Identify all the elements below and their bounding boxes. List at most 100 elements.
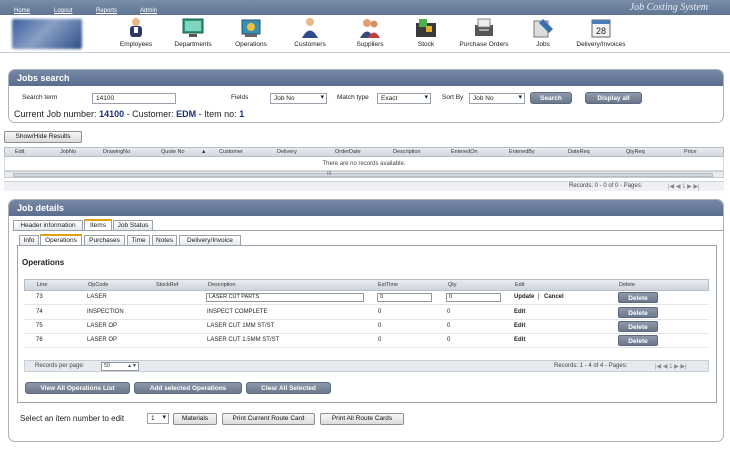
op-exttime: 0 — [378, 337, 382, 343]
results-empty-message: There are no records available. — [4, 157, 724, 171]
item-no-label: - Item no: — [198, 109, 237, 119]
op-description: LASER CUT 1.5MM ST/ST — [207, 337, 280, 343]
subtab-operations[interactable]: Operations — [40, 234, 82, 245]
search-term-input[interactable]: 14100 — [92, 93, 176, 104]
toolbar-jobs[interactable]: Jobs — [528, 17, 558, 48]
subtab-info[interactable]: Info — [19, 235, 39, 245]
toolbar-stock[interactable]: Stock — [410, 17, 442, 48]
col-customer[interactable]: Customer — [219, 149, 243, 155]
col-jobno[interactable]: JobNo — [60, 149, 76, 155]
col-enteredby[interactable]: EnteredBy — [509, 149, 535, 155]
materials-button[interactable]: Materials — [173, 413, 217, 425]
results-page-nav[interactable]: |◀ ◀ 1 ▶ ▶| — [668, 183, 700, 190]
op-line: 76 — [36, 337, 43, 343]
col-drawingno[interactable]: DrawingNo — [103, 149, 130, 155]
show-hide-results-button[interactable]: Show/Hide Results — [4, 131, 82, 143]
op-edit-link[interactable]: Edit — [514, 323, 525, 329]
sort-asc-icon[interactable]: ▲ — [201, 149, 206, 155]
op-qty: 0 — [447, 323, 451, 329]
display-all-button[interactable]: Display all — [585, 92, 642, 104]
spinner-icon[interactable]: ▲▼ — [127, 363, 137, 370]
col-delivery[interactable]: Delivery — [277, 149, 297, 155]
op-exttime-input[interactable]: 0 — [377, 293, 432, 302]
operations-pager: Records per page: 50 ▲▼ Records: 1 - 4 o… — [24, 360, 709, 372]
ops-col-edit[interactable]: Edit — [515, 282, 524, 288]
toolbar-customers[interactable]: Customers — [290, 17, 330, 48]
clear-all-selected-button[interactable]: Clear All Selected — [246, 382, 331, 394]
delivery-invoices-icon: 28 — [591, 19, 611, 38]
toolbar-purchase-orders[interactable]: Purchase Orders — [456, 17, 512, 48]
subtab-notes[interactable]: Notes — [152, 235, 177, 245]
tab-header-information[interactable]: Header information — [13, 220, 83, 230]
subtab-purchases[interactable]: Purchases — [84, 235, 125, 245]
op-delete-button[interactable]: Delete — [618, 292, 658, 303]
toolbar-operations[interactable]: Operations — [231, 17, 271, 48]
col-price[interactable]: Price — [684, 149, 697, 155]
scrollbar-grip: III — [327, 171, 332, 177]
subtab-time[interactable]: Time — [127, 235, 150, 245]
col-enteredon[interactable]: EnteredOn — [451, 149, 478, 155]
toolbar-employees[interactable]: Employees — [116, 17, 156, 48]
job-details-title: Job details — [9, 200, 723, 216]
menu-logout-link[interactable]: Logout — [54, 8, 72, 14]
ops-col-qty[interactable]: Qty — [448, 282, 457, 288]
op-cancel-link[interactable]: Cancel — [544, 294, 564, 300]
op-delete-button[interactable]: Delete — [618, 307, 658, 318]
subtab-delivery-invoice[interactable]: Delivery/Invoice — [179, 235, 241, 245]
col-datereq[interactable]: DateReq — [568, 149, 590, 155]
op-description-input[interactable]: LASER CUT PARTS — [206, 293, 364, 302]
sort-by-label: Sort By — [442, 94, 464, 101]
ops-col-exttime[interactable]: ExtTime — [378, 282, 398, 288]
item-number-select[interactable]: 1 — [147, 413, 169, 424]
scrollbar-thumb[interactable] — [13, 173, 713, 177]
ops-col-line[interactable]: Line — [37, 282, 47, 288]
toolbar-suppliers[interactable]: Suppliers — [350, 17, 390, 48]
op-qty: 0 — [447, 309, 451, 315]
ops-page-nav[interactable]: |◀ ◀ 1 ▶ ▶| — [655, 363, 687, 370]
suppliers-icon — [360, 19, 380, 38]
match-type-select[interactable]: Exact — [377, 93, 431, 104]
col-edit[interactable]: Edit — [15, 149, 24, 155]
op-opcode: LASER — [87, 294, 107, 300]
col-qtyreq[interactable]: QtyReq — [626, 149, 645, 155]
toolbar-delivery-invoices[interactable]: 28 Delivery/Invoices — [573, 17, 629, 48]
fields-select[interactable]: Job No — [270, 93, 327, 104]
print-current-route-card-button[interactable]: Print Current Route Card — [222, 413, 315, 425]
menu-reports-link[interactable]: Reports — [96, 8, 117, 14]
op-line: 75 — [36, 323, 43, 329]
records-per-page-select[interactable]: 50 ▲▼ — [101, 362, 139, 371]
op-link-separator: | — [538, 294, 540, 300]
menu-home-link[interactable]: Home — [14, 8, 30, 14]
ops-col-stockref[interactable]: StockRef — [156, 282, 178, 288]
op-update-link[interactable]: Update — [514, 294, 534, 300]
op-edit-link[interactable]: Edit — [514, 309, 525, 315]
op-edit-link[interactable]: Edit — [514, 337, 525, 343]
op-qty-input[interactable]: 0 — [446, 293, 501, 302]
results-horizontal-scrollbar[interactable]: III — [4, 171, 724, 178]
ops-col-delete[interactable]: Delete — [619, 282, 635, 288]
sort-by-select[interactable]: Job No — [469, 93, 525, 104]
print-all-route-cards-button[interactable]: Print All Route Cards — [320, 413, 404, 425]
ops-col-description[interactable]: Description — [208, 282, 236, 288]
current-job-info: Current Job number: 14100 - Customer: ED… — [14, 109, 244, 119]
search-button[interactable]: Search — [530, 92, 572, 104]
jobs-icon — [533, 19, 553, 38]
tab-items[interactable]: Items — [84, 219, 112, 230]
fields-label: Fields — [231, 94, 249, 101]
tab-job-status[interactable]: Job Status — [113, 220, 153, 230]
op-delete-button[interactable]: Delete — [618, 335, 658, 346]
col-orderdate[interactable]: OrderDate — [335, 149, 361, 155]
col-description[interactable]: Description — [393, 149, 421, 155]
current-job-number: 14100 — [99, 109, 125, 119]
menu-admin-link[interactable]: Admin — [140, 8, 157, 14]
col-quote-no[interactable]: Quote No — [161, 149, 185, 155]
op-description: INSPECT COMPLETE — [207, 309, 268, 315]
op-delete-button[interactable]: Delete — [618, 321, 658, 332]
add-selected-operations-button[interactable]: Add selected Operations — [134, 382, 242, 394]
ops-col-opcode[interactable]: OpCode — [88, 282, 109, 288]
results-grid-header: Edit JobNo DrawingNo Quote No ▲ Customer… — [4, 147, 724, 157]
view-all-operations-button[interactable]: View All Operations List — [25, 382, 130, 394]
toolbar-departments[interactable]: Departments — [170, 17, 216, 48]
op-opcode: LASER OP — [87, 323, 118, 329]
current-customer: EDM — [176, 109, 197, 119]
